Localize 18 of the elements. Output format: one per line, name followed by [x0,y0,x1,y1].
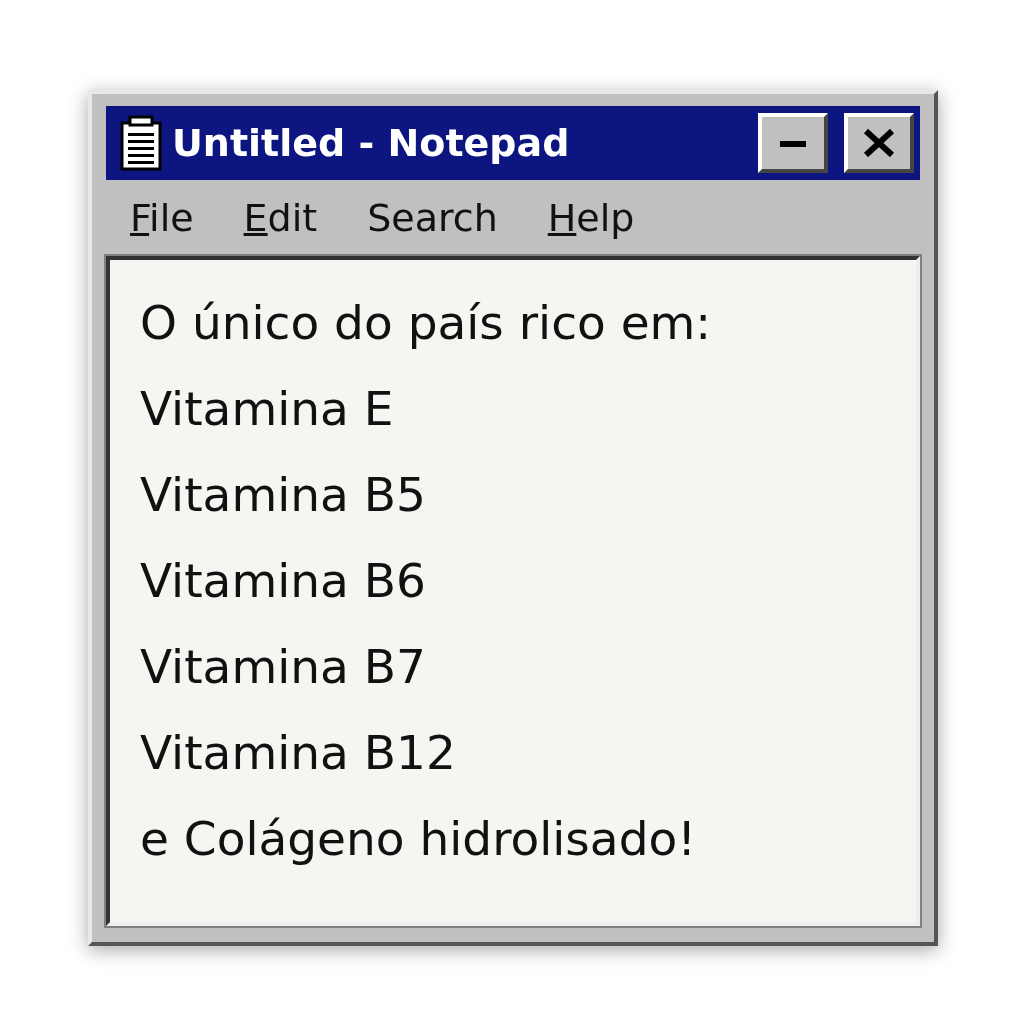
close-icon [863,129,895,157]
text-line: e Colágeno hidrolisado! [140,810,697,868]
text-line: O único do país rico em: [140,294,712,352]
menu-item[interactable]: Help [547,196,635,240]
text-line: Vitamina B6 [140,552,426,610]
window-title: Untitled - Notepad [172,121,571,165]
menu-item[interactable]: Search [367,196,498,240]
text-line: Vitamina E [140,380,394,438]
text-line: Vitamina B5 [140,466,426,524]
text-line: Vitamina B7 [140,638,426,696]
menu-item[interactable]: File [130,196,194,240]
menu-item[interactable]: Edit [243,196,318,240]
text-area[interactable]: O único do país rico em: Vitamina E Vitamina B5 Vitamina B6 Vitamina B7 Vitamina B12 e Colágeno hidrolisado! [106,256,920,926]
minimize-button[interactable] [758,113,828,173]
close-button[interactable] [844,113,914,173]
minimize-icon [780,139,806,147]
notepad-icon [118,115,164,171]
text-line: Vitamina B12 [140,724,456,782]
